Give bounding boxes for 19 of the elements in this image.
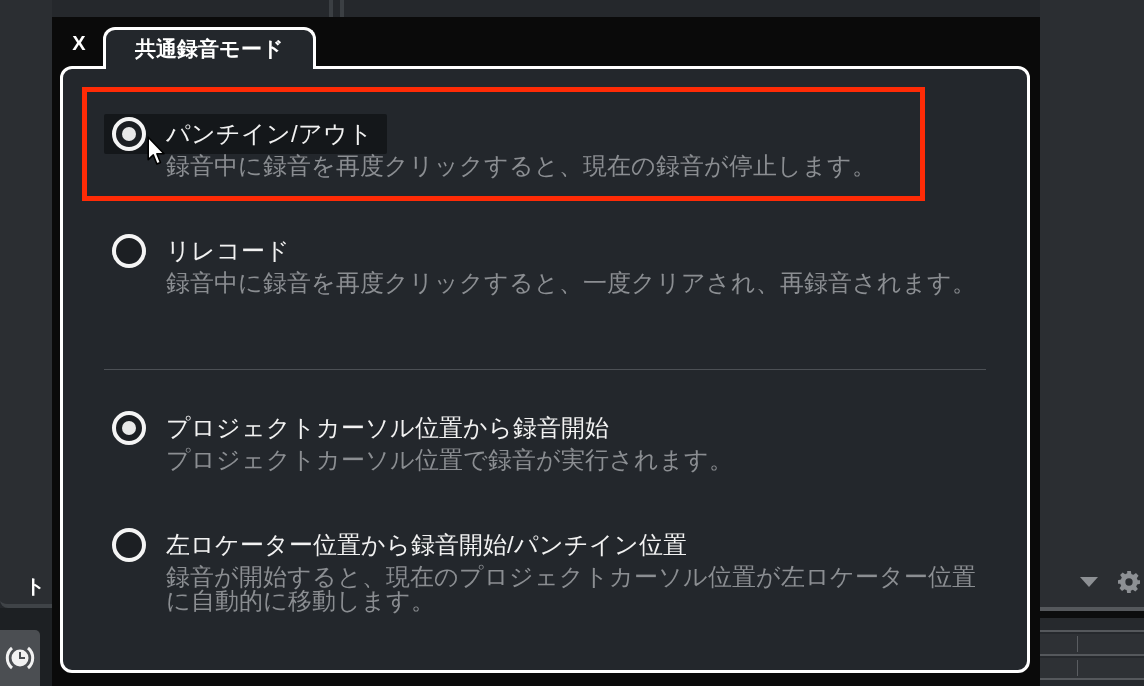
- radio-option[interactable]: プロジェクトカーソル位置から録音開始: [104, 408, 623, 448]
- panel-label: ト: [25, 574, 45, 598]
- radio-icon[interactable]: [112, 528, 146, 562]
- settings-icon[interactable]: [1118, 571, 1140, 593]
- option-description: プロジェクトカーソル位置で録音が実行されます。: [166, 448, 734, 472]
- radio-icon[interactable]: [112, 411, 146, 445]
- radio-icon[interactable]: [112, 117, 146, 151]
- option-description: 録音が開始すると、現在のプロジェクトカーソル位置が左ロケーター位置に自動的に移動します。: [166, 565, 976, 613]
- close-button[interactable]: X: [70, 32, 88, 54]
- option-description: 録音中に録音を再度クリックすると、現在の録音が停止します。: [166, 154, 877, 178]
- tab[interactable]: 共通録音モード: [103, 27, 316, 69]
- clock-button[interactable]: [0, 630, 40, 686]
- radio-icon[interactable]: [112, 234, 146, 268]
- dropdown-triangle-icon[interactable]: [1080, 577, 1098, 587]
- mouse-pointer-icon: [147, 136, 166, 166]
- option-description: 録音中に録音を再度クリックすると、一度クリアされ、再録音されます。: [166, 271, 976, 295]
- radio-option[interactable]: 左ロケーター位置から録音開始/パンチイン位置: [104, 525, 701, 565]
- radio-option[interactable]: パンチイン/アウト: [104, 114, 387, 154]
- radio-option[interactable]: リレコード: [104, 231, 304, 271]
